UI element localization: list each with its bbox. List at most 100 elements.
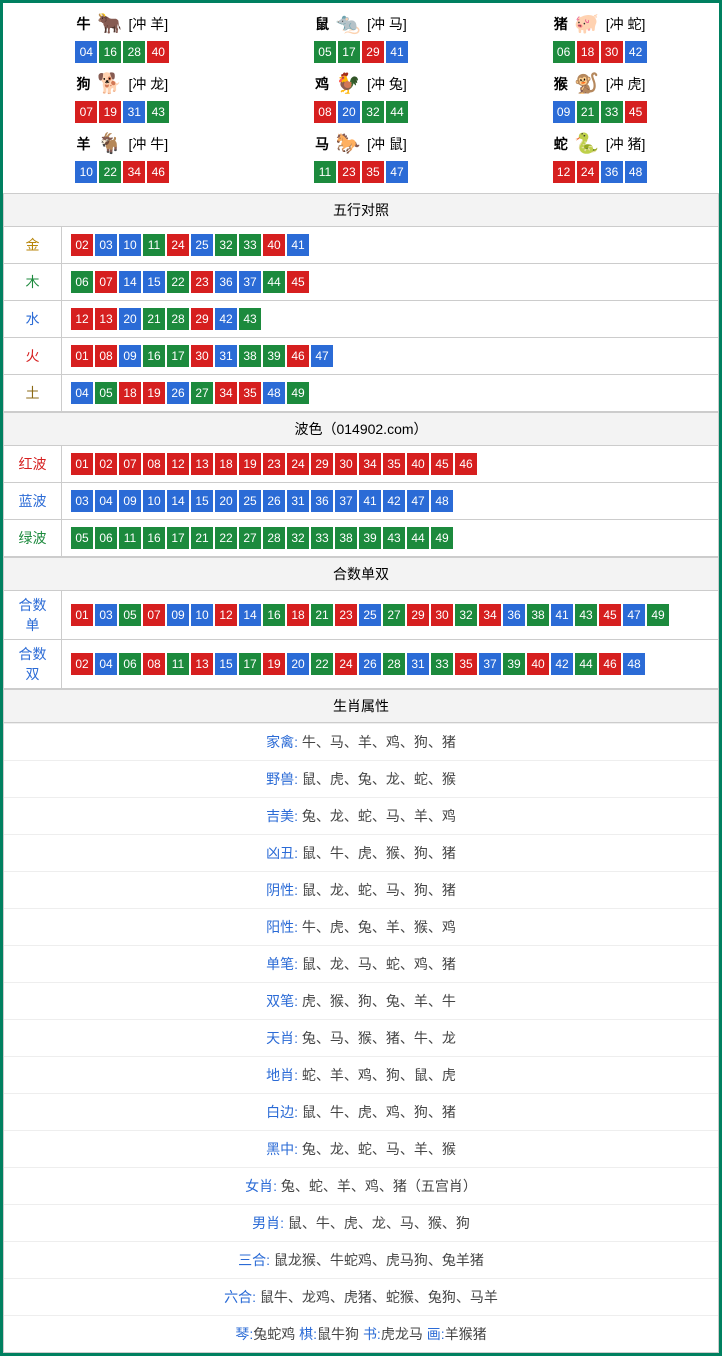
heshu-table: 合数单双 合数单01030507091012141618212325272930…: [3, 557, 719, 689]
ball: 20: [215, 490, 237, 512]
attr-value: 兔、龙、蛇、马、羊、鸡: [302, 808, 456, 824]
ball: 43: [239, 308, 261, 330]
ball: 03: [71, 490, 93, 512]
row-balls: 06071415222336374445: [62, 264, 719, 301]
ball: 32: [215, 234, 237, 256]
ball: 23: [338, 161, 360, 183]
ball: 11: [314, 161, 336, 183]
zodiac-cell: 鼠🐀[冲 马]05172941: [242, 8, 481, 68]
row-label: 蓝波: [4, 483, 62, 520]
qin-label: 棋:: [299, 1326, 317, 1342]
ball: 09: [553, 101, 575, 123]
zodiac-icon: 🐐: [92, 132, 126, 156]
ball: 49: [431, 527, 453, 549]
ball: 19: [263, 653, 285, 675]
ball-row: 07193143: [3, 100, 242, 124]
ball: 27: [239, 527, 261, 549]
ball: 31: [287, 490, 309, 512]
ball: 03: [95, 604, 117, 626]
zodiac-cell: 狗🐕[冲 龙]07193143: [3, 68, 242, 128]
bose-table: 波色（014902.com） 红波01020708121318192324293…: [3, 412, 719, 557]
ball: 09: [119, 345, 141, 367]
ball: 28: [123, 41, 145, 63]
ball: 21: [143, 308, 165, 330]
ball: 25: [191, 234, 213, 256]
ball: 39: [263, 345, 285, 367]
row-label: 木: [4, 264, 62, 301]
zodiac-cell: 鸡🐓[冲 兔]08203244: [242, 68, 481, 128]
attr-label: 白边:: [266, 1104, 302, 1120]
ball: 44: [386, 101, 408, 123]
ball: 18: [119, 382, 141, 404]
ball: 46: [455, 453, 477, 475]
ball: 44: [407, 527, 429, 549]
ball: 11: [143, 234, 165, 256]
attr-row: 白边: 鼠、牛、虎、鸡、狗、猪: [4, 1093, 718, 1130]
attr-label: 凶丑:: [266, 845, 302, 861]
attr-header: 生肖属性: [4, 690, 719, 723]
qin-value: 羊猴猪: [445, 1326, 487, 1342]
zodiac-name: 牛: [76, 14, 90, 34]
ball: 29: [362, 41, 384, 63]
ball: 05: [314, 41, 336, 63]
row-label: 合数双: [4, 640, 62, 689]
ball: 08: [143, 453, 165, 475]
ball: 01: [71, 345, 93, 367]
qin-value: 兔蛇鸡: [253, 1326, 299, 1342]
zodiac-icon: 🐓: [331, 72, 365, 96]
zodiac-grid: 牛🐂[冲 羊]04162840鼠🐀[冲 马]05172941猪🐖[冲 蛇]061…: [3, 3, 719, 193]
ball: 12: [71, 308, 93, 330]
row-balls: 04051819262734354849: [62, 375, 719, 412]
ball: 06: [71, 271, 93, 293]
zodiac-cell: 蛇🐍[冲 猪]12243648: [480, 128, 719, 188]
ball: 13: [95, 308, 117, 330]
ball: 18: [577, 41, 599, 63]
qin-value: 虎龙马: [381, 1326, 427, 1342]
ball: 17: [167, 345, 189, 367]
ball: 29: [311, 453, 333, 475]
ball: 37: [479, 653, 501, 675]
attr-row: 黑中: 兔、龙、蛇、马、羊、猴: [4, 1130, 718, 1167]
ball: 36: [503, 604, 525, 626]
ball: 43: [383, 527, 405, 549]
ball: 21: [577, 101, 599, 123]
ball: 30: [335, 453, 357, 475]
attr-row: 地肖: 蛇、羊、鸡、狗、鼠、虎: [4, 1056, 718, 1093]
qin-label: 书:: [363, 1326, 381, 1342]
ball: 12: [167, 453, 189, 475]
ball: 07: [119, 453, 141, 475]
ball: 36: [601, 161, 623, 183]
ball: 13: [191, 453, 213, 475]
ball: 24: [577, 161, 599, 183]
ball: 28: [383, 653, 405, 675]
attr-value: 鼠、牛、虎、鸡、狗、猪: [302, 1104, 456, 1120]
ball: 37: [335, 490, 357, 512]
row-balls: 1213202128294243: [62, 301, 719, 338]
ball: 39: [359, 527, 381, 549]
zodiac-conflict: [冲 牛]: [128, 134, 168, 154]
row-balls: 05061116172122272832333839434449: [62, 520, 719, 557]
attr-value: 鼠、虎、兔、龙、蛇、猴: [302, 771, 456, 787]
attr-table: 生肖属性 家禽: 牛、马、羊、鸡、狗、猪野兽: 鼠、虎、兔、龙、蛇、猴吉美: 兔…: [3, 689, 719, 1353]
ball: 05: [71, 527, 93, 549]
ball: 16: [263, 604, 285, 626]
ball: 34: [123, 161, 145, 183]
row-balls: 0102070812131819232429303435404546: [62, 446, 719, 483]
zodiac-conflict: [冲 龙]: [128, 74, 168, 94]
ball: 38: [335, 527, 357, 549]
attr-value: 牛、虎、兔、羊、猴、鸡: [302, 919, 456, 935]
attr-value: 虎、猴、狗、兔、羊、牛: [302, 993, 456, 1009]
ball: 28: [167, 308, 189, 330]
attr-value: 鼠、牛、虎、龙、马、猴、狗: [288, 1215, 470, 1231]
ball: 15: [143, 271, 165, 293]
ball: 40: [147, 41, 169, 63]
ball: 10: [191, 604, 213, 626]
wuxing-header: 五行对照: [4, 194, 719, 227]
attr-value: 蛇、羊、鸡、狗、鼠、虎: [302, 1067, 456, 1083]
ball: 48: [625, 161, 647, 183]
ball: 07: [75, 101, 97, 123]
zodiac-icon: 🐕: [92, 72, 126, 96]
ball: 27: [191, 382, 213, 404]
ball: 43: [147, 101, 169, 123]
ball: 38: [527, 604, 549, 626]
